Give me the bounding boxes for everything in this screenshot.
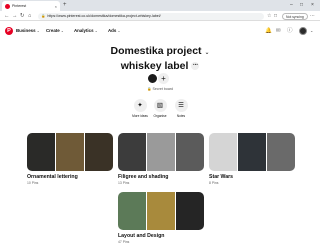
- board-visibility-text: Secret board: [152, 87, 174, 91]
- notes-label: Notes: [176, 114, 186, 118]
- section-name: Layout and Design: [118, 233, 165, 239]
- browser-tab-bar: Pinterest × + – □ ×: [0, 0, 320, 11]
- board-visibility: 🔒 Secret board: [140, 87, 180, 91]
- section-layout-and-design[interactable]: Layout and Design 47 Pins: [118, 192, 204, 244]
- nav-create[interactable]: Create ⌄: [46, 28, 64, 33]
- section-image: [56, 133, 84, 171]
- section-name: Star Wars: [209, 174, 234, 180]
- pinterest-header: P Business ⌄ Create ⌄ Analytics ⌄ Ads ⌄ …: [0, 22, 320, 40]
- section-filigree-and-shading[interactable]: Filigree and shading 13 Pins: [118, 133, 204, 185]
- chevron-down-icon: ⌄: [36, 29, 40, 33]
- section-star-wars[interactable]: Star Wars 8 Pins: [209, 133, 295, 185]
- more-ideas-label: More ideas: [132, 114, 148, 118]
- back-icon[interactable]: ←: [4, 12, 10, 20]
- board-title-text-2: whiskey label: [120, 60, 189, 72]
- section-image: [267, 133, 295, 171]
- section-pin-count: 8 Pins: [209, 181, 219, 185]
- section-image: [238, 133, 266, 171]
- nav-analytics[interactable]: Analytics ⌄: [74, 28, 98, 33]
- section-name: Ornamental lettering: [27, 174, 78, 180]
- organise-button[interactable]: ▧ Organise: [150, 99, 170, 118]
- nav-ads-label: Ads: [108, 28, 117, 33]
- close-window-button[interactable]: ×: [311, 1, 314, 10]
- section-image: [118, 192, 146, 230]
- lock-icon: 🔒: [146, 87, 152, 91]
- nav-ads[interactable]: Ads ⌄: [108, 28, 120, 33]
- organise-label: Organise: [153, 114, 167, 118]
- bell-icon[interactable]: 🔔: [265, 27, 272, 35]
- section-image: [147, 192, 175, 230]
- section-image: [176, 192, 204, 230]
- sparkle-icon: ✦: [133, 99, 147, 112]
- section-image-grid: [118, 192, 204, 230]
- notes-button[interactable]: ☰ Notes: [171, 99, 191, 118]
- url-text: https://www.pinterest.co.uk/domestika/do…: [47, 14, 161, 18]
- chat-icon[interactable]: ✉: [276, 27, 281, 35]
- help-icon[interactable]: ⓘ: [287, 27, 293, 35]
- tab-title: Pinterest: [12, 4, 27, 8]
- home-icon[interactable]: ⌂: [28, 12, 31, 20]
- section-image-grid: [209, 133, 295, 171]
- chevron-down-icon: ⌄: [94, 29, 98, 33]
- nav-business-label: Business: [16, 28, 36, 33]
- chevron-down-icon: ⌄: [204, 50, 210, 56]
- section-image: [85, 133, 113, 171]
- account-chevron-down-icon[interactable]: ⌄: [310, 28, 313, 33]
- organise-icon: ▧: [153, 99, 167, 112]
- section-ornamental-lettering[interactable]: Ornamental lettering 10 Pins: [27, 133, 113, 185]
- new-tab-button[interactable]: +: [63, 1, 67, 10]
- section-image: [176, 133, 204, 171]
- browser-menu-icon[interactable]: ⋯: [310, 12, 315, 20]
- section-image: [209, 133, 237, 171]
- board-title-line1[interactable]: Domestika project ⌄: [80, 45, 240, 60]
- not-syncing-button[interactable]: Not syncing: [282, 12, 308, 20]
- maximize-button[interactable]: □: [300, 1, 303, 10]
- section-image: [118, 133, 146, 171]
- notes-icon: ☰: [174, 99, 188, 112]
- section-image: [147, 133, 175, 171]
- nav-business[interactable]: Business ⌄: [16, 28, 40, 33]
- add-collaborator-button[interactable]: +: [158, 73, 169, 84]
- address-bar[interactable]: 🔒 https://www.pinterest.co.uk/domestika/…: [38, 12, 264, 20]
- section-pin-count: 47 Pins: [118, 240, 130, 244]
- board-title-text-1: Domestika project: [110, 45, 202, 57]
- close-tab-icon[interactable]: ×: [55, 4, 57, 9]
- nav-create-label: Create: [46, 28, 60, 33]
- board-title: Domestika project ⌄ whiskey label ⋯: [80, 45, 240, 73]
- section-pin-count: 10 Pins: [27, 181, 39, 185]
- section-name: Filigree and shading: [118, 174, 169, 180]
- more-options-icon[interactable]: ⋯: [191, 62, 200, 71]
- pinterest-favicon-icon: [5, 3, 10, 9]
- more-ideas-button[interactable]: ✦ More ideas: [130, 99, 150, 118]
- section-image-grid: [118, 133, 204, 171]
- section-image: [27, 133, 55, 171]
- chevron-down-icon: ⌄: [117, 29, 121, 33]
- forward-icon[interactable]: →: [12, 12, 18, 20]
- avatar[interactable]: [299, 27, 307, 35]
- collaborator-avatar[interactable]: [147, 73, 158, 84]
- lock-icon: 🔒: [41, 14, 46, 18]
- reload-icon[interactable]: ↻: [20, 12, 25, 20]
- favorites-icon[interactable]: ☆: [267, 12, 271, 20]
- browser-toolbar: ← → ↻ ⌂ 🔒 https://www.pinterest.co.uk/do…: [0, 11, 320, 21]
- minimize-button[interactable]: –: [290, 1, 293, 10]
- board-title-line2: whiskey label ⋯: [80, 60, 240, 73]
- extensions-icon[interactable]: □: [274, 12, 277, 20]
- nav-analytics-label: Analytics: [74, 28, 94, 33]
- pinterest-logo-icon[interactable]: P: [5, 27, 13, 35]
- chevron-down-icon: ⌄: [60, 29, 64, 33]
- section-image-grid: [27, 133, 113, 171]
- browser-tab[interactable]: Pinterest ×: [2, 1, 60, 11]
- section-pin-count: 13 Pins: [118, 181, 130, 185]
